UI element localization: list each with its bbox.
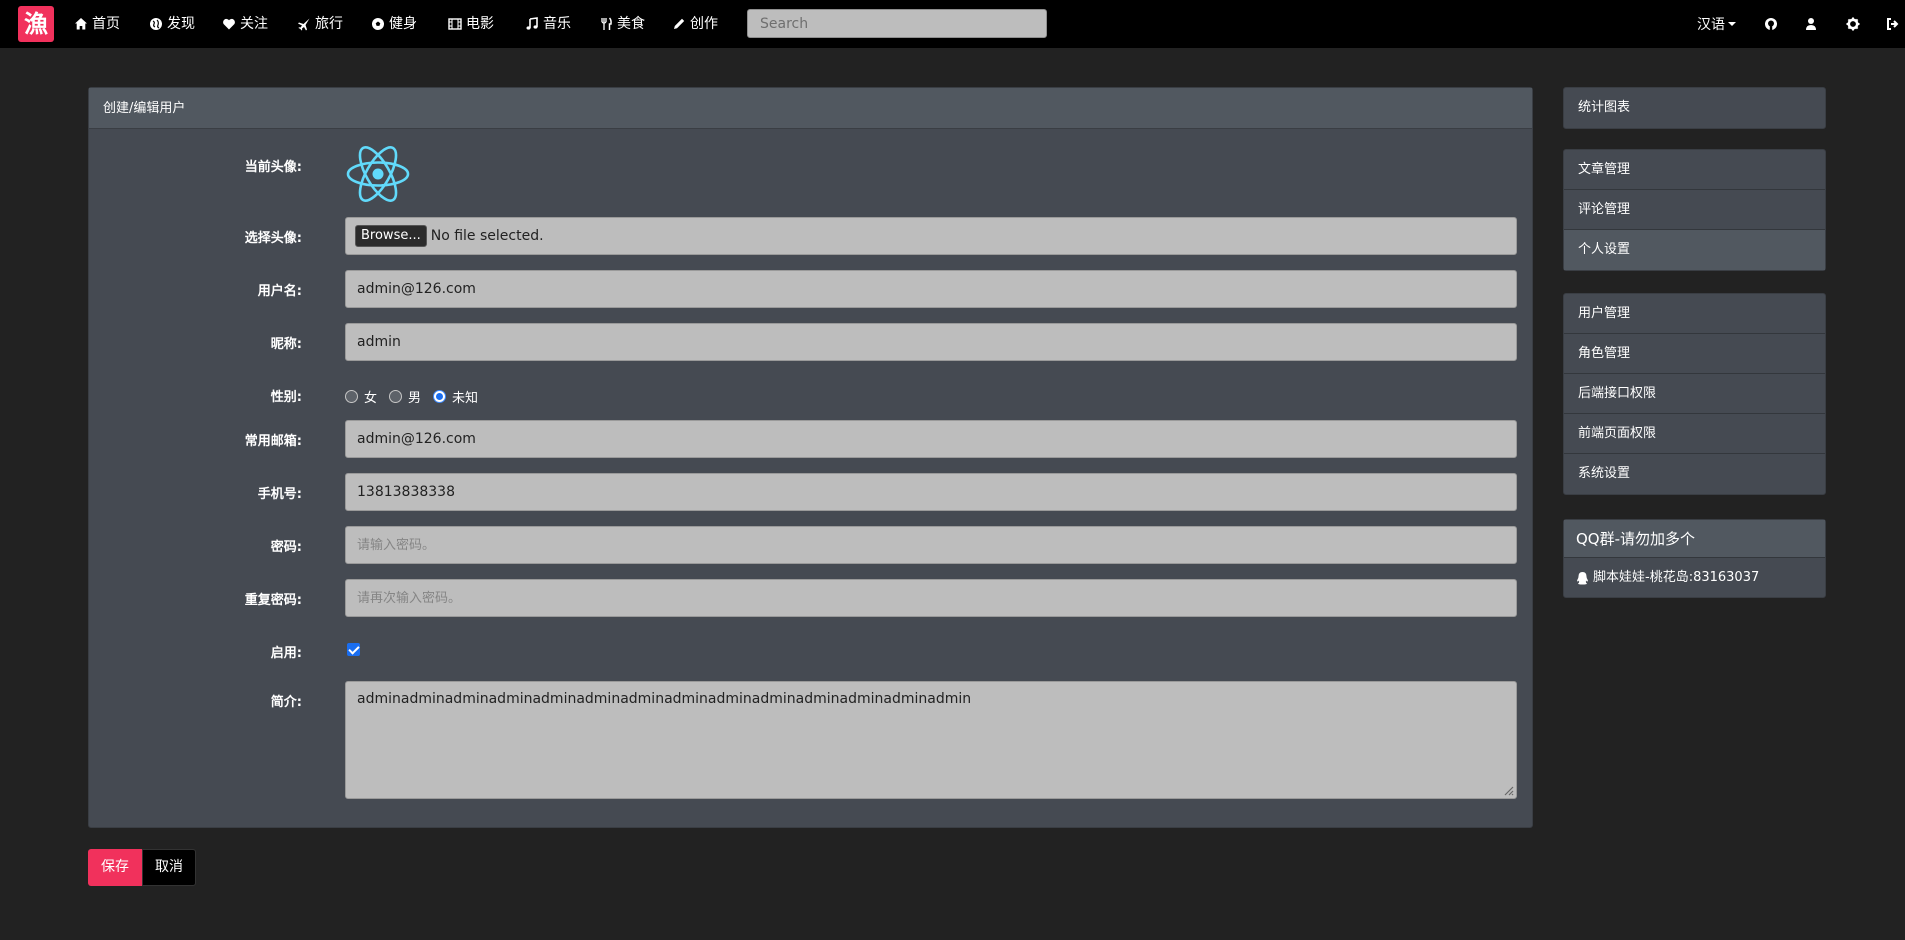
label-password: 密码:	[270, 540, 302, 555]
home-icon	[75, 18, 87, 30]
user-icon	[1806, 18, 1816, 30]
password-repeat-input[interactable]	[345, 579, 1517, 617]
qq-icon	[1577, 571, 1588, 584]
label-password-repeat: 重复密码:	[244, 593, 302, 608]
gender-radio-unknown[interactable]	[433, 389, 447, 403]
film-icon	[448, 18, 462, 30]
search-input[interactable]	[747, 9, 1047, 38]
qq-group-text: 脚本娃娃-桃花岛:83163037	[1593, 570, 1760, 585]
gender-label-female: 女	[364, 390, 378, 406]
email-input[interactable]	[345, 420, 1517, 458]
file-status: No file selected.	[430, 228, 544, 244]
sidebar-item-profile[interactable]: 个人设置	[1564, 230, 1825, 270]
nav-label-travel: 旅行	[315, 16, 343, 32]
label-nickname: 昵称:	[270, 337, 302, 352]
user-edit-panel: 创建/编辑用户 当前头像: 选择头像: Browse... No file sel…	[88, 87, 1533, 828]
label-email: 常用邮箱:	[244, 434, 302, 449]
label-username: 用户名:	[257, 284, 302, 299]
pencil-icon	[674, 18, 685, 29]
nav-item-fitness[interactable]: 健身	[371, 0, 417, 48]
gender-label-male: 男	[408, 390, 422, 406]
nav-label-home: 首页	[92, 16, 120, 32]
react-logo-avatar	[346, 146, 410, 202]
qq-group-title: QQ群-请勿加多个	[1564, 520, 1825, 558]
nav-label-fitness: 健身	[389, 16, 417, 32]
nav-item-travel[interactable]: 旅行	[297, 0, 343, 48]
nav-label-food: 美食	[617, 16, 645, 32]
logout-button[interactable]	[1886, 0, 1900, 48]
label-bio: 简介:	[270, 695, 302, 710]
label-enabled: 启用:	[270, 646, 302, 661]
nickname-input[interactable]	[345, 323, 1517, 361]
nav-item-follow[interactable]: 关注	[222, 0, 268, 48]
label-current-avatar: 当前头像:	[244, 160, 302, 175]
enabled-checkbox[interactable]	[347, 643, 360, 656]
panel-title: 创建/编辑用户	[89, 88, 1532, 129]
cutlery-icon	[601, 17, 612, 30]
save-button[interactable]: 保存	[88, 849, 142, 886]
settings-button[interactable]	[1846, 0, 1860, 48]
plane-icon	[298, 18, 310, 31]
bio-textarea[interactable]: adminadminadminadminadminadminadminadmin…	[345, 681, 1517, 799]
globe-icon	[150, 18, 162, 30]
nav-item-movie[interactable]: 电影	[448, 0, 494, 48]
nav-item-home[interactable]: 首页	[74, 0, 120, 48]
music-icon	[526, 17, 538, 30]
caret-down-icon	[1728, 22, 1736, 26]
sidebar-item-page-permissions[interactable]: 前端页面权限	[1564, 414, 1825, 454]
sidebar-item-comments[interactable]: 评论管理	[1564, 190, 1825, 230]
gender-label-unknown: 未知	[452, 390, 479, 406]
bio-text: adminadminadminadminadminadminadminadmin…	[357, 691, 972, 707]
label-gender: 性别:	[270, 390, 302, 405]
sidebar-group-admin: 用户管理 角色管理 后端接口权限 前端页面权限 系统设置	[1563, 293, 1826, 495]
soccer-ball-icon	[372, 18, 384, 30]
qq-group-panel: QQ群-请勿加多个 脚本娃娃-桃花岛:83163037	[1563, 519, 1826, 598]
github-button[interactable]	[1764, 0, 1778, 48]
nav-label-music: 音乐	[543, 16, 571, 32]
resize-grip-icon[interactable]	[1502, 784, 1514, 796]
sidebar-item-users[interactable]: 用户管理	[1564, 294, 1825, 334]
nav-label-create: 创作	[690, 16, 718, 32]
heart-icon	[223, 18, 235, 30]
github-icon	[1765, 18, 1777, 30]
gender-radio-female[interactable]	[345, 389, 358, 403]
sidebar-group-content: 文章管理 评论管理 个人设置	[1563, 149, 1826, 271]
sidebar-item-roles[interactable]: 角色管理	[1564, 334, 1825, 374]
sidebar-item-api-permissions[interactable]: 后端接口权限	[1564, 374, 1825, 414]
nav-item-food[interactable]: 美食	[599, 0, 645, 48]
username-input[interactable]	[345, 270, 1517, 308]
sidebar-group-stats: 统计图表	[1563, 87, 1826, 129]
user-button[interactable]	[1805, 0, 1817, 48]
label-select-avatar: 选择头像:	[244, 231, 302, 246]
gender-radio-male[interactable]	[389, 389, 403, 403]
cancel-button[interactable]: 取消	[142, 849, 196, 886]
sign-out-icon	[1887, 18, 1899, 30]
qq-group-entry[interactable]: 脚本娃娃-桃花岛:83163037	[1564, 558, 1825, 597]
nav-label-movie: 电影	[466, 16, 494, 32]
password-input[interactable]	[345, 526, 1517, 564]
label-phone: 手机号:	[257, 487, 302, 502]
sidebar-item-system-settings[interactable]: 系统设置	[1564, 454, 1825, 494]
nav-item-discover[interactable]: 发现	[149, 0, 195, 48]
sidebar-item-stats-chart[interactable]: 统计图表	[1564, 88, 1825, 128]
gender-radio-group: 女 男 未知	[345, 386, 478, 406]
phone-input[interactable]	[345, 473, 1517, 511]
sidebar-item-articles[interactable]: 文章管理	[1564, 150, 1825, 190]
brand-logo[interactable]: 漁	[18, 6, 54, 42]
nav-item-music[interactable]: 音乐	[525, 0, 571, 48]
nav-label-discover: 发现	[167, 16, 195, 32]
language-label: 汉语	[1697, 17, 1725, 33]
browse-button[interactable]: Browse...	[355, 225, 427, 247]
avatar-file-input[interactable]: Browse... No file selected.	[345, 217, 1517, 255]
nav-label-follow: 关注	[240, 16, 268, 32]
gear-icon	[1846, 17, 1860, 31]
nav-item-create[interactable]: 创作	[672, 0, 718, 48]
top-navbar: 漁 首页 发现 关注 旅行 健身 电影 音乐 美食 创作 汉语	[0, 0, 1905, 48]
language-dropdown[interactable]: 汉语	[1697, 0, 1736, 48]
